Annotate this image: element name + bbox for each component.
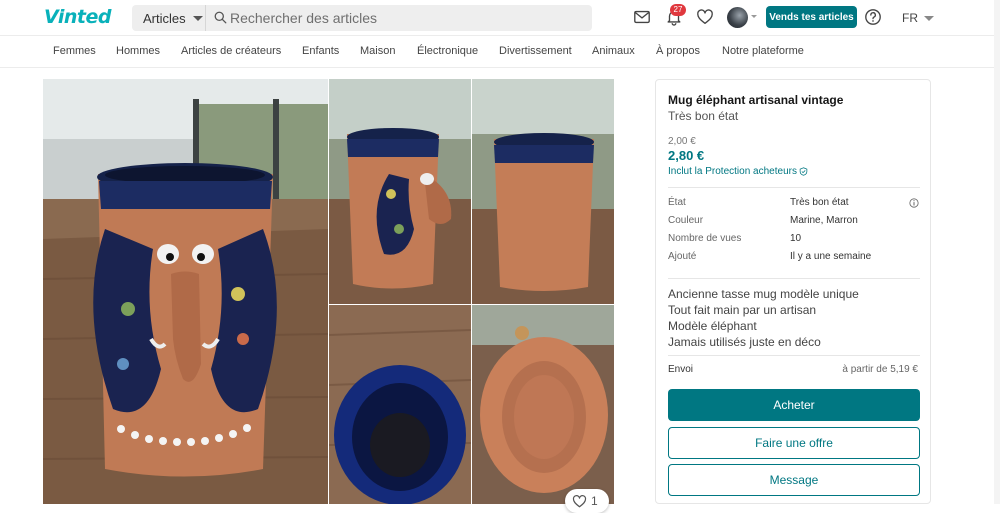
shield-check-icon [799, 167, 808, 176]
description-line: Jamais utilisés juste en déco [668, 335, 821, 349]
item-total-price: 2,80 € [668, 148, 705, 163]
attr-value-ajoute: Il y a une semaine [790, 251, 872, 262]
search-input[interactable] [230, 8, 580, 28]
chevron-down-icon[interactable] [751, 15, 757, 18]
description-line: Tout fait main par un artisan [668, 303, 817, 317]
nav-item-hommes[interactable]: Hommes [116, 45, 160, 57]
description-line: Ancienne tasse mug modèle unique [668, 287, 859, 301]
nav-item-articles-createurs[interactable]: Articles de créateurs [181, 45, 281, 57]
attr-label-ajoute: Ajouté [668, 251, 697, 262]
favorite-count: 1 [591, 494, 598, 508]
attr-label-etat: État [668, 197, 686, 208]
divider [668, 355, 920, 356]
scrollbar[interactable] [994, 0, 1000, 504]
mail-icon[interactable] [633, 8, 651, 26]
search-icon [214, 11, 227, 24]
item-photo-2[interactable] [329, 79, 471, 304]
item-title: Mug éléphant artisanal vintage [668, 93, 844, 107]
item-photo-3[interactable] [472, 79, 614, 304]
info-icon[interactable] [909, 198, 919, 208]
nav-item-enfants[interactable]: Enfants [302, 45, 339, 57]
item-photo-4[interactable] [329, 305, 471, 504]
favorite-button[interactable]: 1 [565, 489, 609, 513]
category-nav: Femmes Hommes Articles de créateurs Enfa… [0, 37, 1000, 68]
buyer-protection-label: Inclut la Protection acheteurs [668, 166, 797, 177]
language-select[interactable]: FR [902, 11, 934, 25]
top-bar: Vinted Articles 27 Vends tes articles FR [0, 0, 1000, 36]
description-line: Modèle éléphant [668, 319, 757, 333]
nav-item-divertissement[interactable]: Divertissement [499, 45, 572, 57]
search-bar: Articles [132, 5, 592, 31]
item-photo-5[interactable] [472, 305, 614, 504]
language-label: FR [902, 11, 918, 25]
attr-label-couleur: Couleur [668, 215, 704, 226]
heart-icon[interactable] [696, 8, 714, 26]
nav-item-a-propos[interactable]: À propos [656, 45, 700, 57]
avatar[interactable] [727, 7, 748, 28]
photo-gallery [43, 79, 614, 504]
nav-item-femmes[interactable]: Femmes [53, 45, 96, 57]
item-photo-main[interactable] [43, 79, 328, 504]
chevron-down-icon [192, 15, 203, 21]
buy-button[interactable]: Acheter [668, 389, 920, 421]
message-button[interactable]: Message [668, 464, 920, 496]
item-price: 2,00 € [668, 136, 696, 147]
nav-item-electronique[interactable]: Électronique [417, 45, 478, 57]
nav-item-notre-plateforme[interactable]: Notre plateforme [722, 45, 804, 57]
nav-item-animaux[interactable]: Animaux [592, 45, 635, 57]
attr-label-vues: Nombre de vues [668, 233, 742, 244]
vinted-logo[interactable]: Vinted [44, 6, 111, 28]
item-details-panel: Mug éléphant artisanal vintage Très bon … [655, 79, 931, 504]
item-description: Ancienne tasse mug modèle unique Tout fa… [668, 286, 859, 350]
nav-item-maison[interactable]: Maison [360, 45, 395, 57]
attr-value-couleur: Marine, Marron [790, 215, 858, 226]
chevron-down-icon [924, 15, 934, 21]
buyer-protection-link[interactable]: Inclut la Protection acheteurs [668, 166, 808, 177]
divider [668, 278, 920, 279]
make-offer-button[interactable]: Faire une offre [668, 427, 920, 459]
attr-value-etat: Très bon état [790, 197, 849, 208]
item-condition: Très bon état [668, 109, 739, 123]
notification-badge: 27 [670, 4, 686, 16]
category-select[interactable]: Articles [132, 5, 206, 31]
divider [668, 187, 920, 188]
shipping-price: à partir de 5,19 € [842, 364, 918, 375]
shipping-label: Envoi [668, 364, 694, 375]
sell-items-button[interactable]: Vends tes articles [766, 6, 857, 28]
attr-value-vues: 10 [790, 233, 802, 244]
help-icon[interactable] [864, 8, 882, 26]
heart-icon [572, 494, 587, 507]
category-select-label: Articles [143, 10, 186, 26]
